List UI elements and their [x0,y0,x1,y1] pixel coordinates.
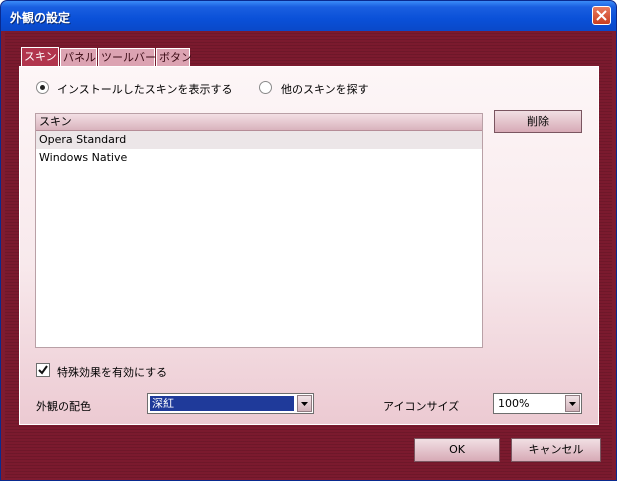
color-scheme-value: 深紅 [150,396,294,411]
icon-size-select[interactable]: 100% [493,393,582,414]
ok-button-label: OK [449,443,465,456]
checkmark-icon [38,365,48,375]
close-icon [596,10,607,21]
radio-selected-dot [40,85,45,90]
skin-list-header[interactable]: スキン [36,114,482,131]
icon-size-value: 100% [498,397,530,410]
color-scheme-label: 外観の配色 [36,400,91,413]
radio-find-label: 他のスキンを探す [281,83,369,96]
dialog-window: 外観の設定 スキン パネル ツールバー ボタン インストールしたスキンを表示する… [0,0,617,481]
tab-buttons[interactable]: ボタン [156,48,192,67]
title-bar[interactable]: 外観の設定 [1,1,616,31]
cancel-button[interactable]: キャンセル [511,438,601,462]
ok-button[interactable]: OK [414,438,500,462]
cancel-button-label: キャンセル [528,443,584,456]
icon-size-label: アイコンサイズ [383,400,460,413]
close-button[interactable] [592,6,611,25]
delete-button[interactable]: 削除 [494,110,582,133]
special-effects-label: 特殊効果を有効にする [57,366,168,379]
radio-installed-skins[interactable] [36,81,49,94]
color-scheme-select[interactable]: 深紅 [147,393,314,414]
list-item-label: Windows Native [39,151,128,164]
dropdown-arrow[interactable] [297,395,312,412]
list-item[interactable]: Windows Native [36,149,482,167]
delete-button-label: 削除 [527,115,549,128]
column-header-label: スキン [39,115,72,128]
tab-label: スキン [24,50,57,63]
tab-label: パネル [63,51,96,64]
tab-skin[interactable]: スキン [21,47,59,68]
tab-label: ツールバー [101,51,156,64]
list-item-label: Opera Standard [39,133,127,146]
skin-list[interactable]: スキン Opera Standard Windows Native [35,113,483,348]
list-item[interactable]: Opera Standard [36,131,482,149]
chevron-down-icon [301,401,308,406]
radio-installed-label: インストールしたスキンを表示する [57,83,233,96]
tab-panel[interactable]: パネル [60,48,97,67]
radio-find-skins[interactable] [259,81,272,94]
tab-toolbar[interactable]: ツールバー [98,48,156,67]
tab-label: ボタン [159,51,192,64]
special-effects-checkbox[interactable] [36,363,50,377]
dropdown-arrow[interactable] [565,395,580,412]
chevron-down-icon [569,401,576,406]
window-title: 外観の設定 [10,11,71,25]
